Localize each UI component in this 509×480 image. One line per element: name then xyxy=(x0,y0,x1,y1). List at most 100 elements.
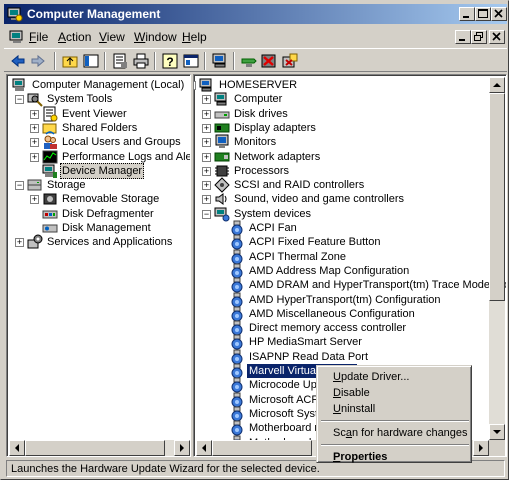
tree-node-label: Computer xyxy=(234,93,283,106)
help-icon[interactable]: ? xyxy=(161,52,179,70)
properties-icon[interactable] xyxy=(111,52,129,70)
menu-accelerator: U xyxy=(333,403,341,415)
menu-label-rest: ction xyxy=(66,30,92,44)
menu-file[interactable]: File xyxy=(29,30,48,44)
menu-label-rest: roperties xyxy=(340,451,388,463)
expand-icon[interactable]: + xyxy=(15,238,24,248)
menu-label-rest: ile xyxy=(36,30,49,44)
uninstall-icon[interactable] xyxy=(260,52,278,70)
expand-icon[interactable]: + xyxy=(202,181,211,191)
scroll-left-button[interactable] xyxy=(196,440,212,456)
arrow-down-icon xyxy=(493,430,501,434)
expand-icon[interactable]: + xyxy=(202,123,211,133)
update-driver-icon[interactable] xyxy=(281,52,299,70)
computer-management-icon xyxy=(7,7,23,22)
expand-icon[interactable]: + xyxy=(30,123,39,133)
toolbar-separator xyxy=(154,52,156,70)
tree-node-label: ACPI Thermal Zone xyxy=(249,250,347,263)
context-menu-disable[interactable]: Disable xyxy=(320,385,470,401)
menu-accelerator: V xyxy=(99,30,107,44)
tree-node-label: Sound, video and game controllers xyxy=(234,193,404,206)
vertical-scrollbar[interactable] xyxy=(489,77,505,440)
expand-icon[interactable]: + xyxy=(202,195,211,205)
tree-node-label: Local Users and Groups xyxy=(62,136,181,149)
scroll-up-button[interactable] xyxy=(489,77,505,93)
horizontal-scrollbar[interactable] xyxy=(9,440,190,456)
toolbar-separator xyxy=(54,52,56,70)
menu-action[interactable]: Action xyxy=(58,30,91,44)
horizontal-scroll-thumb[interactable] xyxy=(212,440,312,456)
maximize-button[interactable] xyxy=(475,7,491,21)
arrow-left-icon xyxy=(202,444,206,452)
computer-icon[interactable] xyxy=(211,52,229,70)
child-restore-button[interactable] xyxy=(471,30,487,44)
expand-icon[interactable]: + xyxy=(202,152,211,162)
menu-label-rest: elp xyxy=(190,30,207,44)
child-minimize-button[interactable] xyxy=(455,30,471,44)
context-menu-uninstall[interactable]: Uninstall xyxy=(320,401,470,417)
context-menu-separator xyxy=(321,444,469,446)
tree-node-label: Disk Defragmenter xyxy=(62,207,154,220)
menu-accelerator: H xyxy=(182,30,191,44)
collapse-icon[interactable]: − xyxy=(15,95,24,105)
expand-icon[interactable]: + xyxy=(202,109,211,119)
title-bar[interactable]: Computer Management xyxy=(4,4,507,24)
context-menu-update-driver[interactable]: Update Driver... xyxy=(320,369,470,385)
svg-text:?: ? xyxy=(166,55,173,69)
collapse-icon[interactable]: − xyxy=(202,209,211,219)
menu-accelerator: A xyxy=(58,30,67,44)
menu-label-rest: ninstall xyxy=(340,403,376,415)
close-button[interactable] xyxy=(491,7,507,21)
print-icon[interactable] xyxy=(132,52,150,70)
arrow-left-icon xyxy=(15,444,19,452)
console-icon[interactable] xyxy=(182,52,200,70)
tree-node-label: AMD Address Map Configuration xyxy=(249,264,410,277)
menu-label-rest: isable xyxy=(340,387,370,399)
tree-node-label: Performance Logs and Alerts xyxy=(62,150,191,163)
tree-node-label: Processors xyxy=(234,164,290,177)
menu-label-pre: Sc xyxy=(333,427,346,439)
menu-help[interactable]: Help xyxy=(182,30,207,44)
expand-icon[interactable]: + xyxy=(202,166,211,176)
scan-hardware-icon[interactable] xyxy=(240,52,258,70)
show-hide-tree-icon[interactable] xyxy=(82,52,100,70)
close-icon xyxy=(494,9,503,18)
expand-icon[interactable]: + xyxy=(202,138,211,148)
expand-icon[interactable]: + xyxy=(202,95,211,105)
tree-node[interactable]: + Services and Applications xyxy=(8,234,190,250)
tree-node-label: Storage xyxy=(47,179,86,192)
toolbar-separator xyxy=(204,52,206,70)
menu-window[interactable]: Window xyxy=(134,30,177,44)
scroll-right-button[interactable] xyxy=(174,440,190,456)
back-icon[interactable] xyxy=(9,52,27,70)
console-tree-pane[interactable]: Computer Management (Local) − System Tools… xyxy=(6,74,191,457)
arrow-right-icon xyxy=(180,444,184,452)
scroll-left-button[interactable] xyxy=(9,440,25,456)
tree-node-label: AMD Miscellaneous Configuration xyxy=(249,307,415,320)
collapse-icon[interactable]: − xyxy=(194,81,196,90)
scroll-right-button[interactable] xyxy=(473,440,489,456)
menu-view[interactable]: View xyxy=(99,30,125,44)
child-close-button[interactable] xyxy=(489,30,505,44)
vertical-scroll-thumb[interactable] xyxy=(489,93,505,301)
context-menu-scan-for-hardware-changes[interactable]: Scan for hardware changes xyxy=(320,425,470,441)
collapse-icon[interactable]: − xyxy=(15,181,24,191)
context-menu-properties[interactable]: Properties xyxy=(320,449,470,465)
menu-label-rest: pdate Driver... xyxy=(340,371,410,383)
up-folder-icon[interactable] xyxy=(61,52,79,70)
scroll-down-button[interactable] xyxy=(489,424,505,440)
toolbar-separator xyxy=(233,52,235,70)
tree-node-label: Direct memory access controller xyxy=(249,322,407,335)
menu-label-rest: indow xyxy=(145,30,177,44)
minimize-button[interactable] xyxy=(459,7,475,21)
horizontal-scroll-thumb[interactable] xyxy=(25,440,165,456)
expand-icon[interactable]: + xyxy=(30,195,39,205)
forward-icon[interactable] xyxy=(29,52,47,70)
child-window-icon[interactable] xyxy=(9,29,25,45)
computer-management-window: Computer Management File Action View Window… xyxy=(0,0,509,480)
toolbar-separator xyxy=(104,52,106,70)
expand-icon[interactable]: + xyxy=(30,152,39,162)
expand-icon[interactable]: + xyxy=(30,138,39,148)
tree-node-label: Event Viewer xyxy=(62,107,127,120)
expand-icon[interactable]: + xyxy=(30,109,39,119)
